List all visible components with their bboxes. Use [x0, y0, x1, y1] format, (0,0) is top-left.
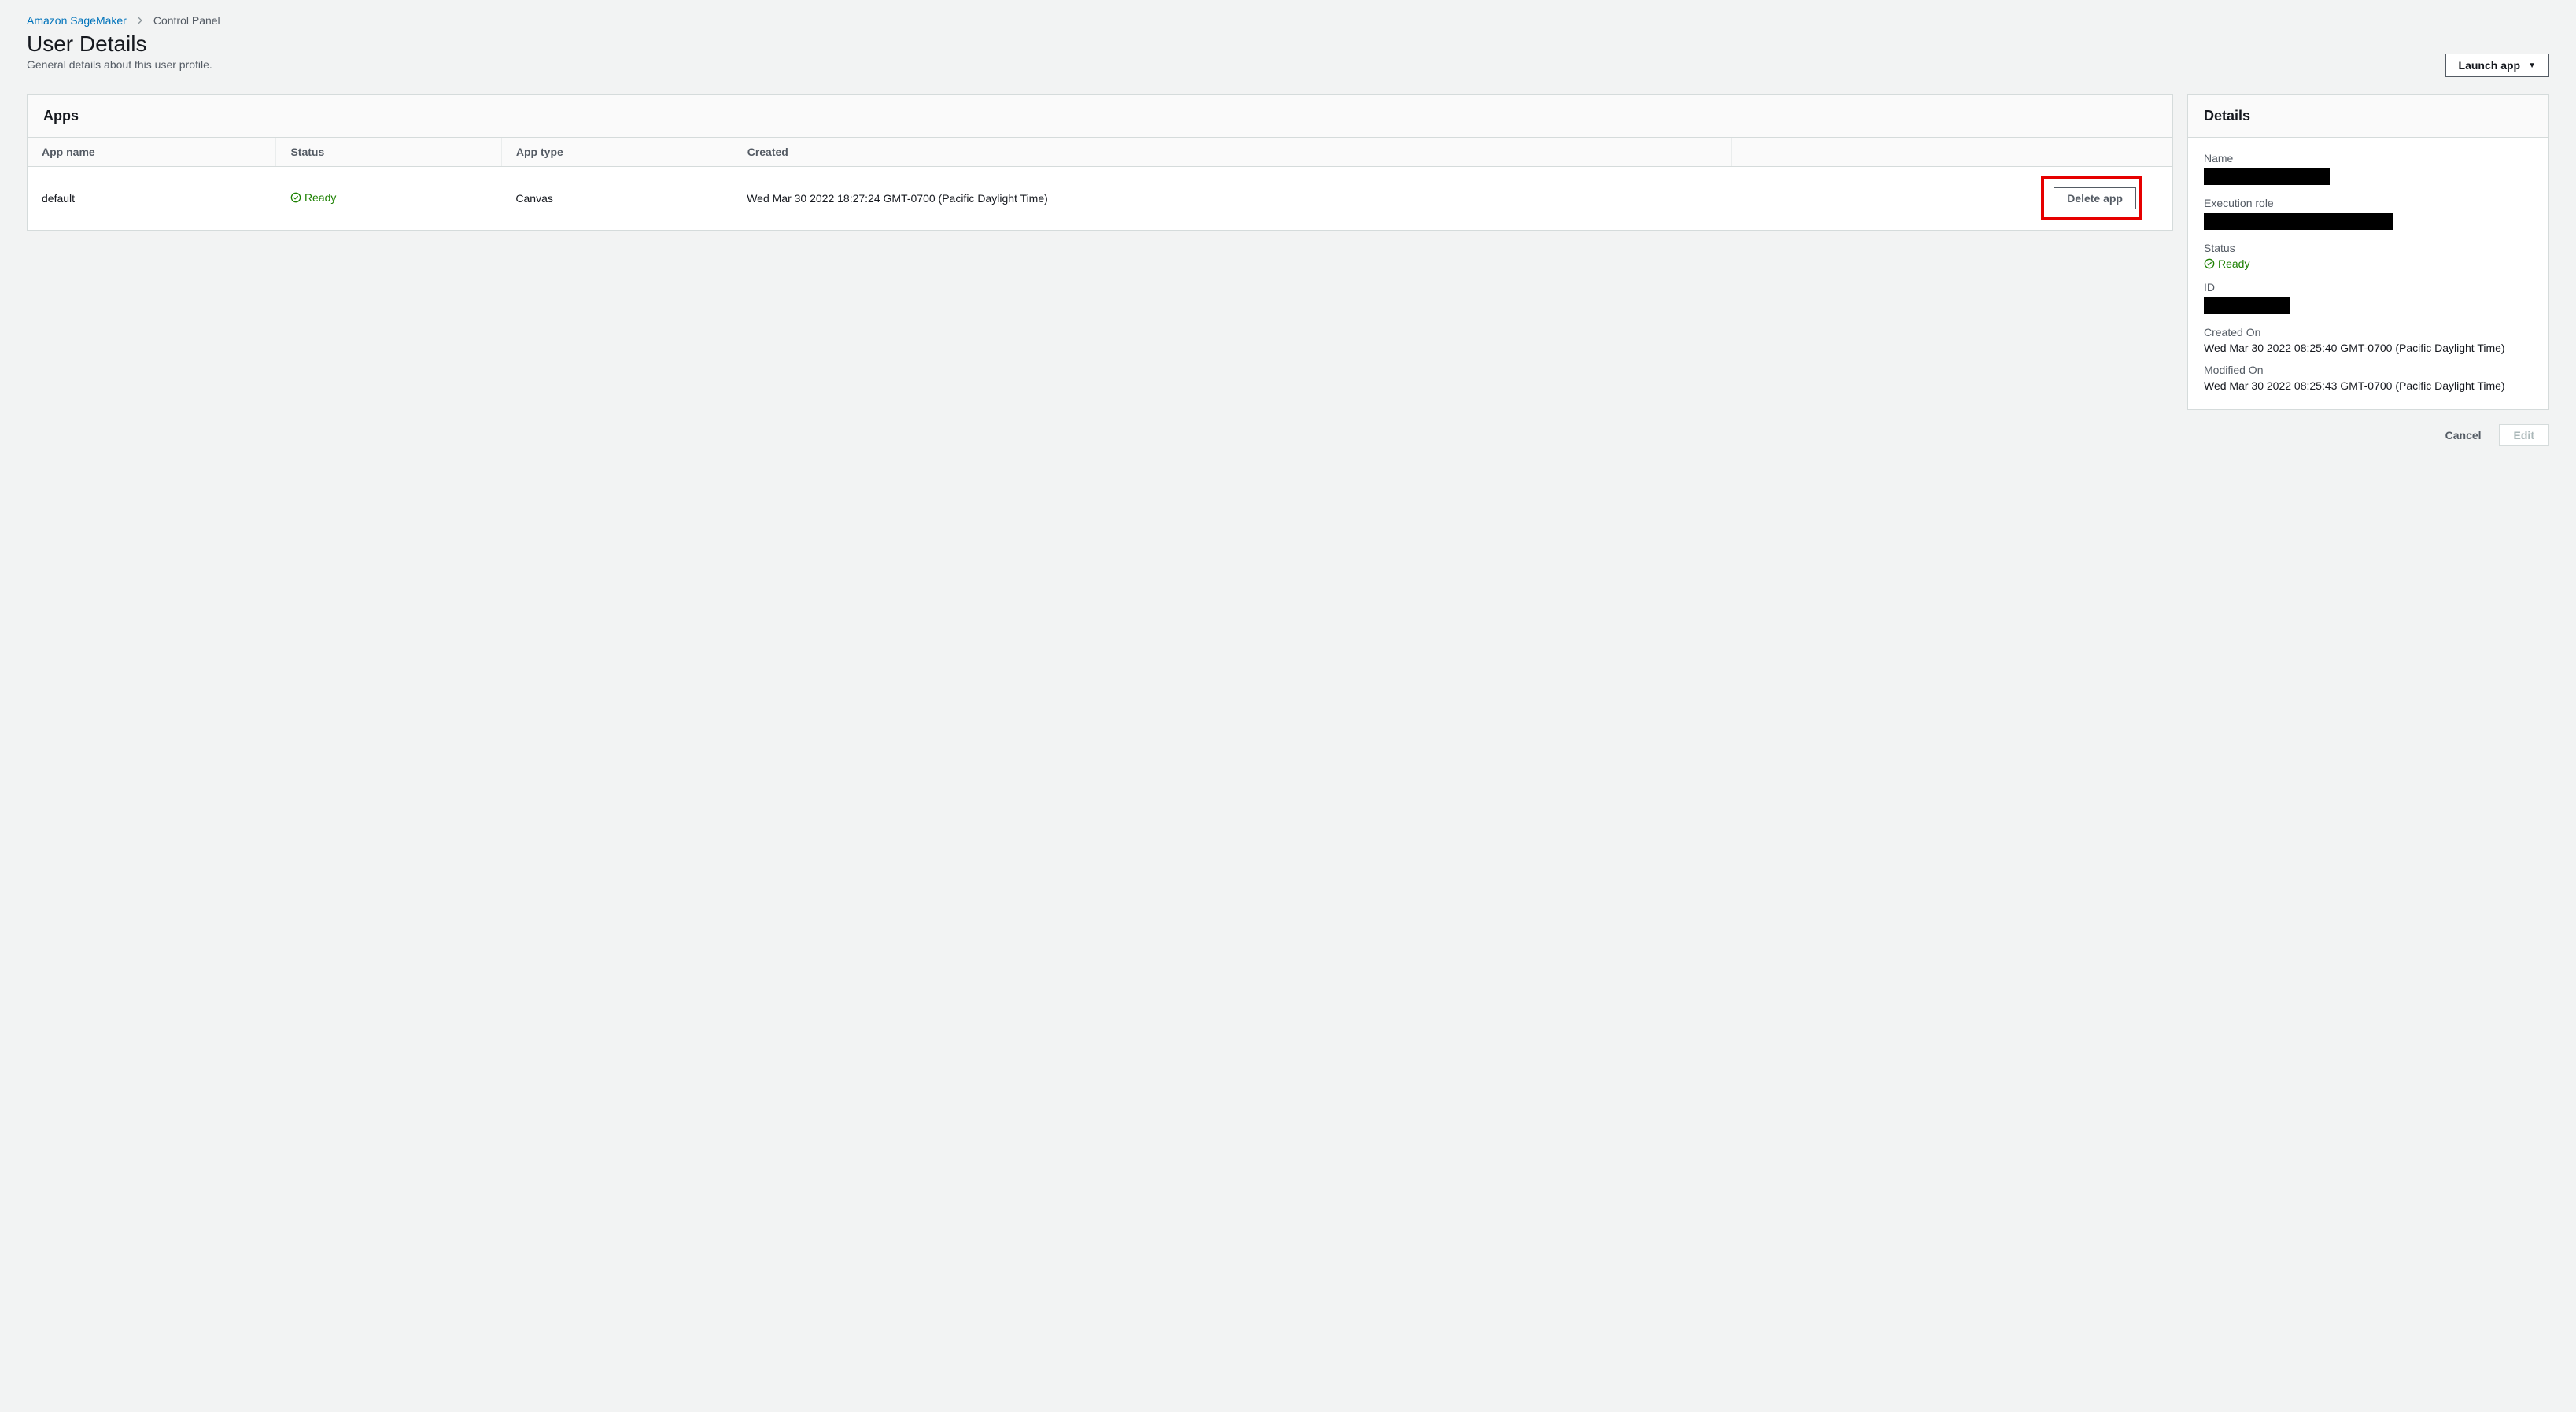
col-app-name: App name [28, 138, 276, 167]
page-subtitle: General details about this user profile. [27, 58, 212, 71]
label-created-on: Created On [2204, 326, 2533, 338]
delete-app-button[interactable]: Delete app [2054, 187, 2136, 209]
label-id: ID [2204, 281, 2533, 294]
status-badge: Ready [290, 191, 336, 204]
status-text: Ready [304, 191, 336, 204]
col-created: Created [733, 138, 1731, 167]
value-modified-on: Wed Mar 30 2022 08:25:43 GMT-0700 (Pacif… [2204, 379, 2533, 392]
check-circle-icon [290, 192, 301, 203]
value-name-redacted [2204, 168, 2330, 185]
details-heading: Details [2204, 108, 2533, 124]
table-row: default Ready Canvas Wed Mar 30 2022 18:… [28, 167, 2172, 231]
apps-heading: Apps [43, 108, 2157, 124]
cell-created: Wed Mar 30 2022 18:27:24 GMT-0700 (Pacif… [733, 167, 1731, 231]
details-panel: Details Name Execution role Status Ready… [2187, 94, 2549, 410]
page-title: User Details [27, 31, 212, 57]
cell-app-type: Canvas [501, 167, 733, 231]
label-modified-on: Modified On [2204, 364, 2533, 376]
launch-app-label: Launch app [2459, 59, 2521, 72]
value-execution-role-redacted [2204, 213, 2393, 230]
label-status: Status [2204, 242, 2533, 254]
cancel-button[interactable]: Cancel [2439, 424, 2488, 446]
status-text: Ready [2218, 257, 2249, 270]
highlight-annotation: Delete app [2041, 176, 2142, 220]
cell-app-name: default [28, 167, 276, 231]
edit-button[interactable]: Edit [2499, 424, 2549, 446]
status-badge: Ready [2204, 257, 2249, 270]
check-circle-icon [2204, 258, 2215, 269]
apps-panel: Apps App name Status App type Created de… [27, 94, 2173, 231]
launch-app-button[interactable]: Launch app ▼ [2445, 54, 2549, 77]
breadcrumb-root-link[interactable]: Amazon SageMaker [27, 14, 127, 27]
chevron-right-icon [136, 17, 144, 24]
label-name: Name [2204, 152, 2533, 164]
breadcrumb-current: Control Panel [153, 14, 220, 27]
caret-down-icon: ▼ [2528, 61, 2536, 70]
value-id-redacted [2204, 297, 2290, 314]
value-created-on: Wed Mar 30 2022 08:25:40 GMT-0700 (Pacif… [2204, 342, 2533, 354]
apps-table: App name Status App type Created default [28, 138, 2172, 230]
breadcrumb: Amazon SageMaker Control Panel [27, 14, 2549, 27]
col-actions [1732, 138, 2172, 167]
label-execution-role: Execution role [2204, 197, 2533, 209]
col-app-type: App type [501, 138, 733, 167]
col-status: Status [276, 138, 501, 167]
